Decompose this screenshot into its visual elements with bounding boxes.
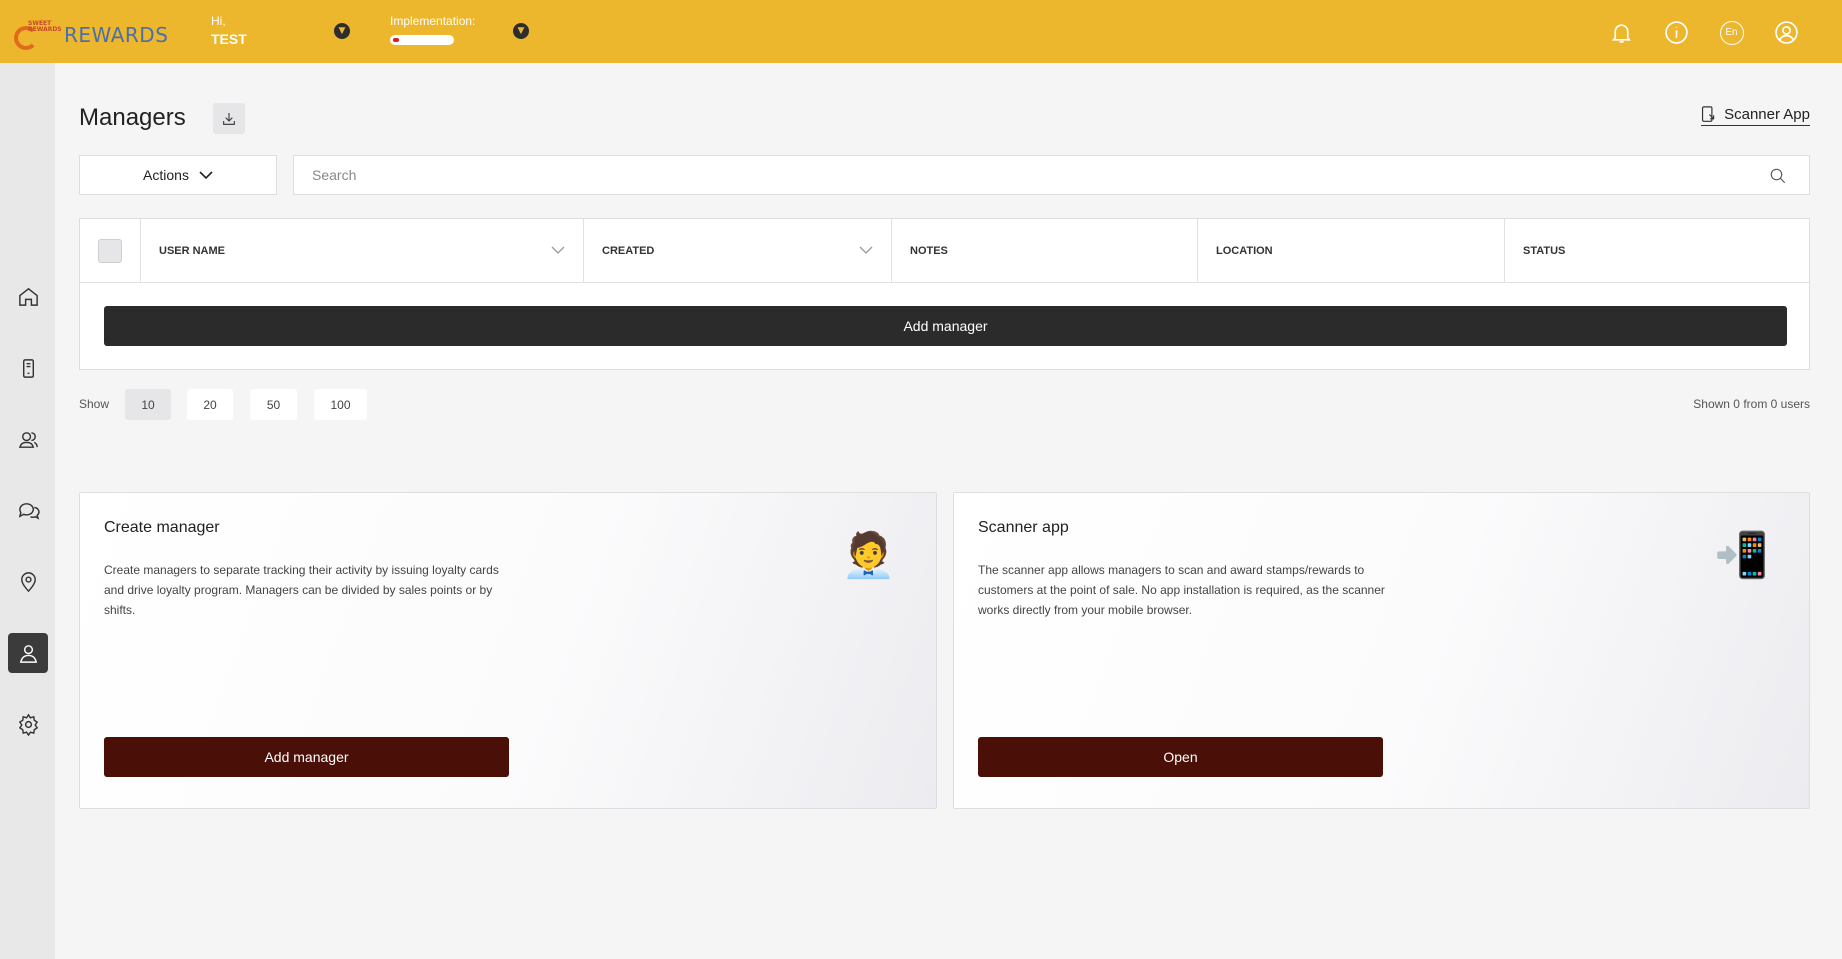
user-name: TEST — [211, 31, 247, 47]
sidebar-item-device[interactable] — [8, 348, 48, 388]
user-circle-icon[interactable] — [1773, 19, 1800, 46]
column-label: CREATED — [602, 245, 655, 257]
logo-mark: SWEET REWARDS — [14, 18, 62, 52]
select-all-checkbox[interactable] — [98, 239, 122, 263]
location-icon — [20, 571, 36, 592]
column-label: NOTES — [910, 245, 948, 257]
user-menu-chevron-down-icon[interactable]: ▼ — [334, 23, 350, 39]
sort-chevron-down-icon[interactable] — [551, 245, 565, 257]
page-size-20[interactable]: 20 — [187, 389, 233, 420]
managers-table: USER NAME CREATED NOTES LOCATION STATUS … — [79, 218, 1810, 370]
scanner-app-link[interactable]: Scanner App — [1701, 106, 1810, 126]
implementation-progress-bar — [390, 35, 454, 45]
device-icon — [22, 358, 34, 378]
bell-icon[interactable] — [1608, 19, 1635, 46]
column-label: LOCATION — [1216, 245, 1273, 257]
page-size-50[interactable]: 50 — [250, 389, 297, 420]
column-user-name[interactable]: USER NAME — [140, 219, 583, 283]
top-bar: SWEET REWARDS REWARDS Hi, TEST ▼ Impleme… — [0, 0, 1842, 63]
card-description: The scanner app allows managers to scan … — [978, 563, 1385, 617]
create-manager-card: Create manager Create managers to separa… — [79, 492, 937, 809]
column-location: LOCATION — [1197, 219, 1504, 283]
download-button[interactable] — [213, 103, 245, 134]
card-title: Scanner app — [978, 519, 1069, 536]
actions-label: Actions — [143, 167, 189, 183]
user-greeting: Hi, TEST — [211, 14, 247, 47]
implementation-status: Implementation: — [390, 14, 475, 45]
search-input[interactable] — [294, 156, 1809, 194]
home-icon — [18, 287, 38, 306]
logo-text: REWARDS — [64, 23, 169, 47]
sort-chevron-down-icon[interactable] — [859, 245, 873, 257]
add-manager-button[interactable]: Add manager — [104, 306, 1787, 346]
show-label: Show — [79, 397, 110, 411]
manager-icon — [19, 644, 37, 663]
mobile-arrow-emoji-icon: 📲 — [1714, 530, 1769, 581]
greeting-text: Hi, — [211, 14, 226, 28]
info-icon[interactable] — [1663, 19, 1690, 46]
download-icon — [223, 112, 235, 125]
table-header: USER NAME CREATED NOTES LOCATION STATUS — [80, 219, 1809, 283]
column-created[interactable]: CREATED — [583, 219, 891, 283]
chat-icon — [18, 502, 40, 520]
card-description: Create managers to separate tracking the… — [104, 563, 499, 617]
logo-tiny-text: SWEET REWARDS — [28, 20, 62, 33]
sidebar-item-chat[interactable] — [8, 490, 48, 530]
column-notes: NOTES — [891, 219, 1197, 283]
sidebar-item-managers[interactable] — [8, 633, 48, 673]
column-label: STATUS — [1523, 245, 1566, 257]
implementation-label: Implementation: — [390, 14, 476, 28]
search-icon[interactable] — [1769, 167, 1787, 185]
language-selector[interactable]: En — [1719, 20, 1744, 45]
sidebar — [0, 63, 55, 959]
gear-icon — [18, 713, 38, 736]
page-size-100[interactable]: 100 — [314, 389, 367, 420]
language-icon[interactable]: En — [1718, 19, 1745, 46]
card-title: Create manager — [104, 519, 220, 536]
page-title: Managers — [79, 104, 186, 131]
phone-scan-icon — [1702, 106, 1715, 122]
page-size-10[interactable]: 10 — [125, 389, 171, 420]
search-box — [293, 155, 1810, 195]
scanner-app-card: Scanner app The scanner app allows manag… — [953, 492, 1810, 809]
implementation-chevron-down-icon[interactable]: ▼ — [513, 23, 529, 39]
column-status: STATUS — [1504, 219, 1810, 283]
manager-emoji-icon: 🧑‍💼 — [841, 530, 896, 581]
sidebar-item-settings[interactable] — [8, 704, 48, 744]
chevron-down-icon — [199, 170, 213, 179]
card-add-manager-button[interactable]: Add manager — [104, 737, 509, 777]
users-icon — [18, 431, 38, 448]
card-open-button[interactable]: Open — [978, 737, 1383, 777]
actions-dropdown[interactable]: Actions — [79, 155, 277, 195]
sidebar-item-location[interactable] — [8, 561, 48, 601]
sidebar-item-home[interactable] — [8, 276, 48, 316]
scanner-app-link-label: Scanner App — [1724, 106, 1810, 123]
sidebar-item-users[interactable] — [8, 419, 48, 459]
results-summary: Shown 0 from 0 users — [1693, 397, 1810, 411]
column-label: USER NAME — [159, 245, 226, 257]
logo[interactable]: SWEET REWARDS REWARDS — [14, 18, 168, 52]
